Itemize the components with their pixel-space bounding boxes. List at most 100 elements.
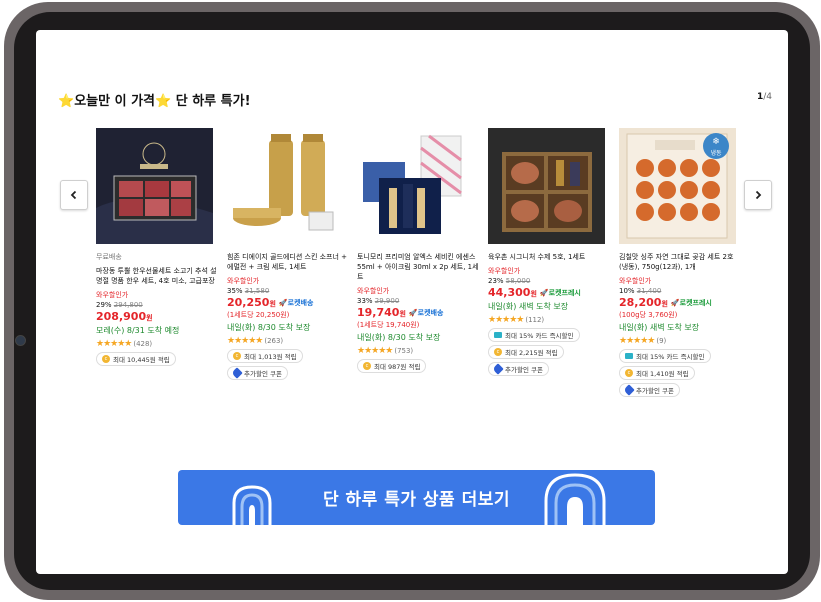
rating-count: (263) (264, 337, 284, 345)
product-card-1[interactable]: 무료배송 마장동 투뿔 한우선물세트 소고기 추석 설 명절 명품 한우 세트,… (96, 128, 218, 366)
product-card-4[interactable]: 육우촌 시그니처 수제 5호, 1세트 와우할인가 23% 58,000 44,… (488, 128, 610, 376)
rating-stars: ★★★★★ (227, 336, 263, 346)
card-discount-chip: 최대 15% 카드 즉시할인 (488, 328, 580, 342)
wow-label: 와우할인가 (227, 277, 260, 285)
pager-total: /4 (763, 92, 772, 102)
rating-stars: ★★★★★ (619, 336, 655, 346)
product-image[interactable]: ❄ 냉동 (619, 128, 736, 244)
rating-count: (9) (656, 337, 667, 345)
discount-row: 35% 31,580 (227, 287, 349, 295)
original-price: 58,000 (505, 277, 531, 285)
reward-chip: c 최대 987원 적립 (357, 359, 427, 373)
product-image[interactable] (96, 128, 213, 244)
discount-rate: 29% (96, 301, 112, 309)
reward-chip: c 최대 2,215원 적립 (488, 345, 564, 359)
chip-text: 최대 10,445원 적립 (113, 356, 170, 364)
sale-price: 28,200원 (619, 296, 668, 309)
sale-price: 19,740원 (357, 306, 406, 319)
delivery-info: 내일(화) 새벽 도착 보장 (619, 323, 700, 332)
rating-stars: ★★★★★ (96, 339, 132, 349)
product-image[interactable] (357, 128, 474, 244)
currency: 원 (530, 290, 537, 298)
title-text: 오늘만 이 가격 (74, 94, 155, 109)
price-value: 19,740 (357, 306, 400, 319)
reward-chip: c 최대 10,445원 적립 (96, 352, 176, 366)
camera-icon (15, 335, 26, 346)
rating-count: (753) (394, 347, 414, 355)
fresh-badge: 🚀로켓프레시 (671, 298, 712, 308)
product-image[interactable] (488, 128, 605, 244)
product-name[interactable]: 김칠맛 싱주 자연 그대로 곶감 세트 2호 (냉동), 750g(12과), … (619, 252, 741, 272)
fresh-badge: 🚀로켓프레시 (540, 288, 581, 298)
product-card-2[interactable]: 힘존 디에이지 골드에디션 스킨 소프너 + 에멀전 + 크림 세트, 1세트 … (227, 128, 349, 380)
coin-icon: c (625, 369, 633, 377)
credit-card-icon (494, 332, 502, 338)
frozen-label: 냉동 (710, 149, 722, 157)
product-name[interactable]: 육우촌 시그니처 수제 5호, 1세트 (488, 252, 610, 262)
reward-chip: c 최대 1,410원 적립 (619, 366, 695, 380)
product-name[interactable]: 마장동 투뿔 한우선물세트 소고기 추석 설 명절 명품 한우 세트, 4호 미… (96, 266, 218, 286)
product-name[interactable]: 토니모리 프리미엄 알엑스 세비킨 에센스 55ml + 아이크림 30ml x… (357, 252, 479, 282)
card-discount-chip: 최대 15% 카드 즉시할인 (619, 349, 711, 363)
chip-text: 추가할인 쿠폰 (636, 387, 674, 395)
chip-text: 최대 15% 카드 즉시할인 (636, 353, 705, 361)
wow-label: 와우할인가 (96, 291, 129, 299)
discount-rate: 10% (619, 287, 635, 295)
price-value: 208,900 (96, 310, 147, 323)
coupon-chip[interactable]: 추가할인 쿠폰 (227, 366, 288, 380)
rocket-icon: 🚀 (670, 298, 680, 307)
unit-price: (1세트당 19,740원) (357, 321, 420, 329)
svg-text:❄: ❄ (712, 137, 720, 147)
original-price: 31,400 (636, 287, 662, 295)
rocket-icon: 🚀 (539, 288, 549, 297)
discount-row: 10% 31,400 (619, 287, 741, 295)
screen: ⭐오늘만 이 가격⭐ 단 하루 특가! 1/4 무료배송 마장동 투뿔 한우선물… (36, 30, 788, 574)
product-name[interactable]: 힘존 디에이지 골드에디션 스킨 소프너 + 에멀전 + 크림 세트, 1세트 (227, 252, 349, 272)
chip-text: 추가할인 쿠폰 (505, 366, 543, 374)
next-button[interactable] (744, 180, 772, 210)
delivery-info: 내일(화) 8/30 도착 보장 (227, 323, 311, 332)
tag-icon (492, 363, 504, 375)
coin-icon: c (363, 362, 371, 370)
discount-rate: 35% (227, 287, 243, 295)
delivery-info: 내일(화) 8/30 도착 보장 (357, 333, 441, 342)
sale-price: 44,300원 (488, 286, 537, 299)
chevron-left-icon (70, 190, 77, 200)
star-icon: ⭐ (58, 94, 75, 109)
chip-text: 최대 987원 적립 (374, 363, 421, 371)
rocket-text: 로켓배송 (287, 298, 314, 307)
pager: 1/4 (757, 92, 772, 102)
chip-text: 추가할인 쿠폰 (244, 370, 282, 378)
arch-decoration-icon (544, 473, 606, 525)
delivery-info: 모레(수) 8/31 도착 예정 (96, 326, 180, 335)
chevron-right-icon (755, 190, 762, 200)
currency: 원 (146, 314, 153, 322)
prev-button[interactable] (60, 180, 88, 210)
rocket-icon: 🚀 (408, 308, 418, 317)
coin-icon: c (102, 355, 110, 363)
rocket-badge: 🚀로켓배송 (279, 298, 313, 308)
wow-label: 와우할인가 (619, 277, 652, 285)
product-image[interactable] (227, 128, 344, 244)
title-suffix: 단 하루 특가! (175, 94, 251, 109)
chip-text: 최대 15% 카드 즉시할인 (505, 332, 574, 340)
product-card-3[interactable]: 토니모리 프리미엄 알엑스 세비킨 에센스 55ml + 아이크림 30ml x… (357, 128, 479, 373)
discount-rate: 33% (357, 297, 373, 305)
rating-stars: ★★★★★ (488, 315, 524, 325)
fresh-text: 로켓프레시 (679, 298, 712, 307)
coupon-chip[interactable]: 추가할인 쿠폰 (488, 362, 549, 376)
product-card-5[interactable]: ❄ 냉동 김칠맛 싱주 자연 그대로 곶감 세트 2호 (냉동), 750g(1… (619, 128, 741, 397)
delivery-info: 내일(화) 새벽 도착 보장 (488, 302, 569, 311)
coupon-chip[interactable]: 추가할인 쿠폰 (619, 383, 680, 397)
chip-text: 최대 1,410원 적립 (636, 370, 689, 378)
more-deals-button[interactable]: 단 하루 특가 상품 더보기 (178, 470, 655, 525)
unit-price: (100g당 3,760원) (619, 311, 678, 319)
credit-card-icon (625, 353, 633, 359)
original-price: 31,580 (244, 287, 270, 295)
price-value: 28,200 (619, 296, 662, 309)
discount-row: 33% 29,900 (357, 297, 479, 305)
tag-icon (623, 384, 635, 396)
wow-label: 와우할인가 (488, 267, 521, 275)
original-price: 29,900 (374, 297, 400, 305)
rating-stars: ★★★★★ (357, 346, 393, 356)
